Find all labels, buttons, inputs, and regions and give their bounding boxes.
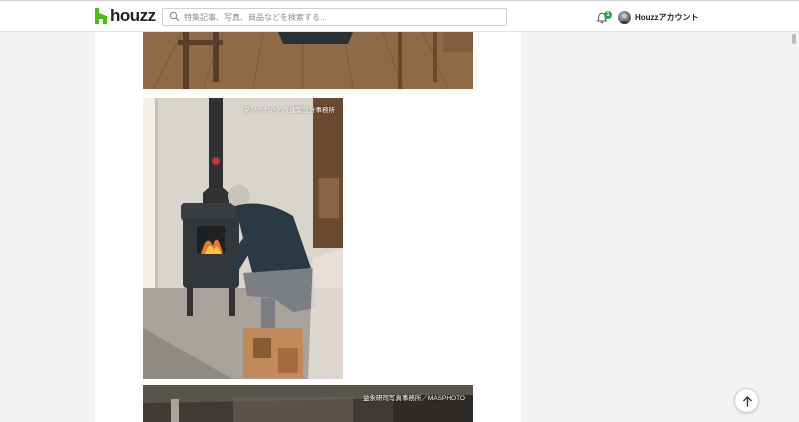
- houzz-logo-mark-icon: [95, 8, 107, 24]
- houzz-logo[interactable]: houzz: [95, 6, 156, 25]
- search-icon: [169, 11, 180, 22]
- scrollbar-thumb[interactable]: [792, 34, 796, 44]
- account-menu[interactable]: Houzzアカウント: [635, 12, 699, 23]
- floor-illustration: [143, 32, 473, 89]
- wood-stove-illustration: [143, 98, 343, 379]
- photo-interior-ceiling[interactable]: 益永研司写真事務所／MASPHOTO: [143, 385, 473, 422]
- arrow-up-icon: [741, 395, 754, 408]
- photo-interior-floor[interactable]: [143, 32, 473, 89]
- site-header: houzz 1 Houzzアカウント: [0, 1, 799, 32]
- notification-badge: 1: [604, 11, 612, 19]
- search-box[interactable]: [162, 8, 507, 26]
- scroll-to-top-button[interactable]: [734, 388, 759, 413]
- search-input[interactable]: [184, 9, 496, 25]
- photo-credit: あいかわさとう建築設計事務所: [244, 107, 335, 114]
- scrollbar[interactable]: [790, 32, 799, 422]
- photo-credit: 益永研司写真事務所／MASPHOTO: [362, 395, 465, 402]
- ceiling-illustration: [143, 385, 473, 422]
- avatar[interactable]: [618, 11, 631, 24]
- logo-text: houzz: [110, 6, 156, 25]
- photo-wood-stove[interactable]: あいかわさとう建築設計事務所: [143, 98, 343, 379]
